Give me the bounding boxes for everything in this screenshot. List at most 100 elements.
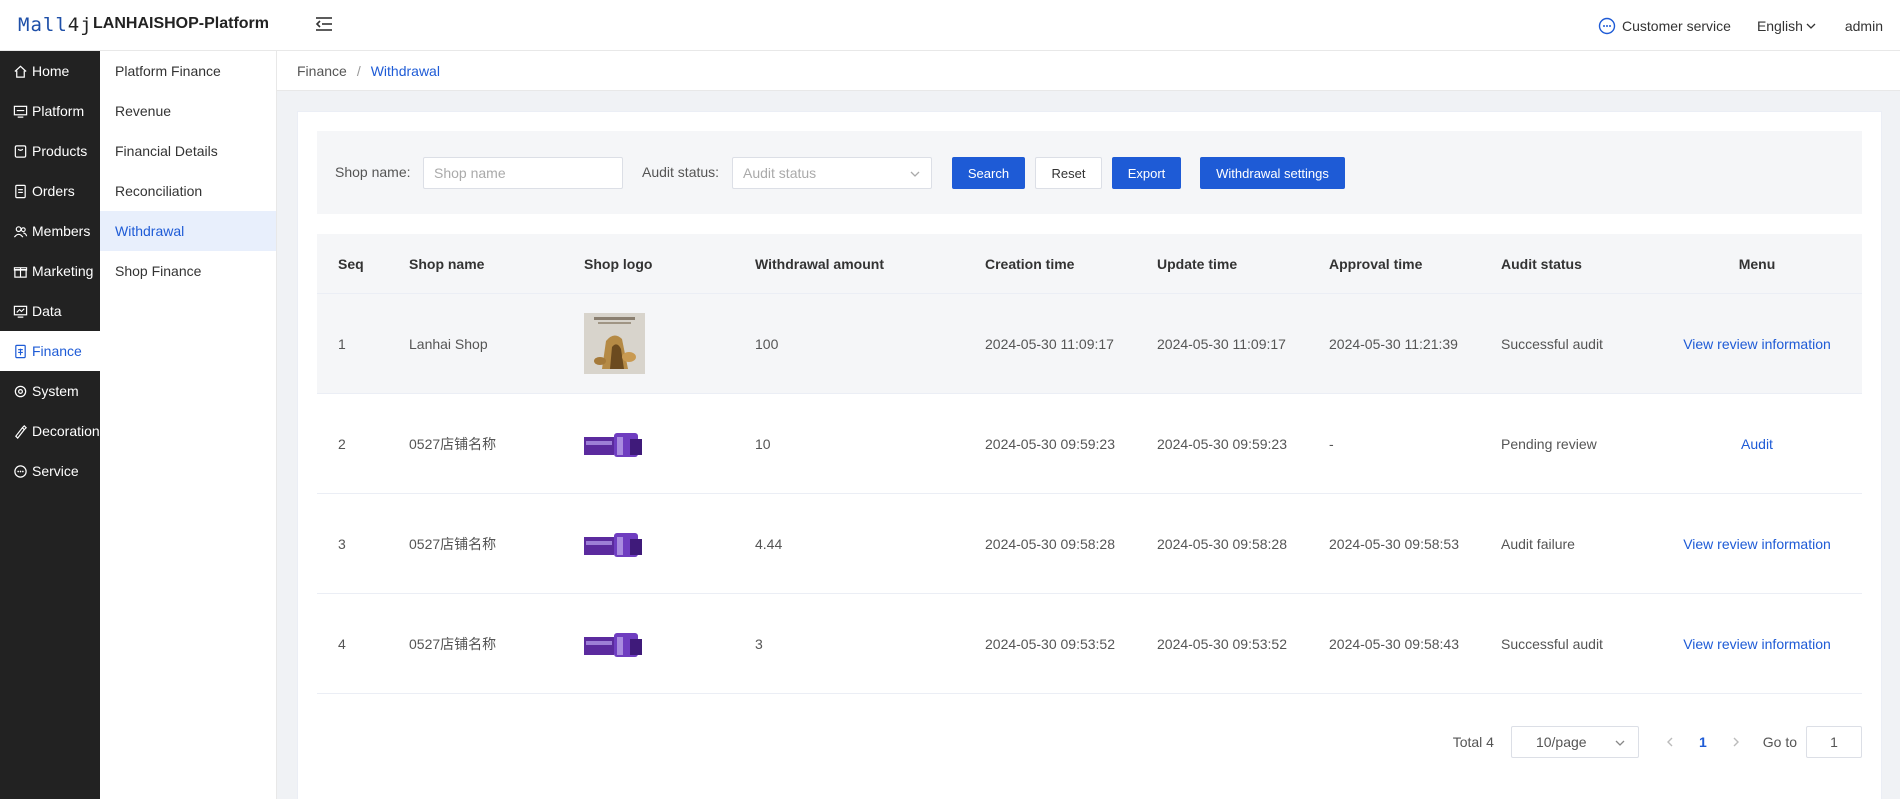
update-time-cell: 2024-05-30 09:59:23: [1157, 435, 1287, 452]
shop-logo-image[interactable]: [584, 629, 644, 659]
nav-item-decoration[interactable]: Decoration: [0, 411, 100, 451]
prev-page-icon[interactable]: [1663, 735, 1677, 749]
chevron-down-icon: [910, 171, 920, 177]
submenu-item-shop-finance[interactable]: Shop Finance: [100, 251, 276, 291]
goto-page-input[interactable]: [1806, 726, 1862, 758]
creation-time-cell: 2024-05-30 09:53:52: [985, 635, 1115, 652]
nav-item-orders[interactable]: Orders: [0, 171, 100, 211]
submenu-item-platform-finance[interactable]: Platform Finance: [100, 51, 276, 91]
shop-name-input[interactable]: [423, 157, 623, 189]
nav-item-system[interactable]: System: [0, 371, 100, 411]
nav-label: Decoration: [32, 423, 100, 439]
submenu-item-financial-details[interactable]: Financial Details: [100, 131, 276, 171]
view-review-link[interactable]: View review information: [1683, 336, 1831, 352]
nav-item-service[interactable]: Service: [0, 451, 100, 491]
column-header: Shop logo: [584, 255, 653, 272]
search-button[interactable]: Search: [952, 157, 1025, 189]
monitor-icon: [13, 105, 28, 118]
home-icon: [14, 65, 27, 78]
pagination: Total 4 10/page 1 Go to: [1453, 725, 1862, 759]
view-review-link[interactable]: View review information: [1683, 636, 1831, 652]
update-time-cell: 2024-05-30 11:09:17: [1157, 335, 1286, 352]
audit-status-select[interactable]: Audit status: [732, 157, 932, 189]
filter-bar: Shop name: Audit status: Audit status Se…: [317, 131, 1862, 214]
submenu-item-withdrawal[interactable]: Withdrawal: [100, 211, 276, 251]
main-sidebar: Home Platform Products Orders Members Ma…: [0, 51, 100, 799]
amount-cell: 100: [755, 335, 779, 352]
approval-time-cell: -: [1329, 435, 1334, 452]
amount-cell: 3: [755, 635, 763, 652]
shop-logo-cell: [563, 629, 734, 659]
shop-logo-image[interactable]: [584, 313, 645, 374]
chevron-down-icon: [1615, 740, 1625, 746]
menu-cell: View review information: [1652, 636, 1862, 652]
finance-submenu: Platform Finance Revenue Financial Detai…: [100, 51, 277, 799]
breadcrumb-withdrawal: Withdrawal: [370, 62, 440, 79]
column-header: Shop name: [409, 255, 485, 272]
customer-service-link[interactable]: Customer service: [1598, 17, 1731, 35]
nav-item-products[interactable]: Products: [0, 131, 100, 171]
shop-name-cell: 0527店铺名称: [409, 435, 497, 452]
audit-status-placeholder: Audit status: [743, 165, 817, 181]
nav-label: Home: [32, 63, 70, 79]
document-icon: [15, 184, 26, 198]
column-header: Creation time: [985, 255, 1075, 272]
logo-text-a: Mall: [18, 14, 68, 36]
language-select[interactable]: English: [1757, 18, 1817, 34]
nav-label: Products: [32, 143, 88, 159]
submenu-item-revenue[interactable]: Revenue: [100, 91, 276, 131]
reset-button[interactable]: Reset: [1035, 157, 1102, 189]
audit-status-label: Audit status:: [642, 164, 720, 180]
seq-cell: 2: [338, 435, 346, 452]
menu-cell: View review information: [1652, 536, 1862, 552]
shop-logo-image[interactable]: [584, 529, 644, 559]
menu-fold-icon[interactable]: [314, 14, 334, 34]
nav-label: Marketing: [32, 263, 94, 279]
chart-icon: [13, 305, 28, 318]
breadcrumb-finance[interactable]: Finance: [297, 63, 347, 79]
next-page-icon[interactable]: [1729, 735, 1743, 749]
menu-cell: View review information: [1652, 336, 1862, 352]
chat-bubble-icon: [1598, 17, 1616, 34]
update-time-cell: 2024-05-30 09:53:52: [1157, 635, 1287, 652]
shop-name-cell: 0527店铺名称: [409, 635, 497, 652]
logo-text-b: 4j: [67, 14, 93, 36]
audit-status-cell: Successful audit: [1501, 635, 1603, 652]
brush-icon: [15, 424, 27, 439]
nav-item-home[interactable]: Home: [0, 51, 100, 91]
top-bar: Mall4j LANHAISHOP-Platform Customer serv…: [0, 0, 1900, 51]
nav-item-members[interactable]: Members: [0, 211, 100, 251]
shop-logo-image[interactable]: [584, 429, 644, 459]
message-icon: [14, 464, 27, 478]
nav-item-marketing[interactable]: Marketing: [0, 251, 100, 291]
view-review-link[interactable]: View review information: [1683, 536, 1831, 552]
export-button[interactable]: Export: [1112, 157, 1181, 189]
shop-name-label: Shop name:: [335, 164, 411, 180]
nav-item-finance[interactable]: Finance: [0, 331, 100, 371]
shop-logo-cell: [563, 529, 734, 559]
nav-label: Orders: [32, 183, 75, 199]
submenu-item-reconciliation[interactable]: Reconciliation: [100, 171, 276, 211]
audit-status-cell: Pending review: [1501, 435, 1597, 452]
nav-label: Service: [32, 463, 79, 479]
creation-time-cell: 2024-05-30 09:59:23: [985, 435, 1115, 452]
breadcrumb: Finance / Withdrawal: [277, 51, 1900, 91]
table-row: 2 0527店铺名称 10 2024-05-30 09:59:23 2024-0…: [317, 394, 1862, 494]
shop-name-cell: 0527店铺名称: [409, 535, 497, 552]
page-size-select[interactable]: 10/page: [1510, 726, 1639, 758]
seq-cell: 4: [338, 635, 346, 652]
table-row: 3 0527店铺名称 4.44 2024-05-30 09:58:28 2024…: [317, 494, 1862, 594]
audit-status-cell: Successful audit: [1501, 335, 1603, 352]
user-menu[interactable]: admin: [1845, 18, 1883, 34]
withdrawal-settings-button[interactable]: Withdrawal settings: [1200, 157, 1345, 189]
nav-item-data[interactable]: Data: [0, 291, 100, 331]
column-header: Approval time: [1329, 255, 1423, 272]
page-number-1[interactable]: 1: [1699, 734, 1707, 750]
shop-logo-cell: [563, 313, 734, 374]
brand-logo[interactable]: Mall4j: [18, 12, 93, 38]
table-header: Seq Shop name Shop logo Withdrawal amoun…: [317, 234, 1862, 294]
nav-item-platform[interactable]: Platform: [0, 91, 100, 131]
audit-link[interactable]: Audit: [1741, 436, 1773, 452]
column-header: Menu: [1738, 255, 1776, 272]
nav-label: Finance: [32, 343, 82, 359]
